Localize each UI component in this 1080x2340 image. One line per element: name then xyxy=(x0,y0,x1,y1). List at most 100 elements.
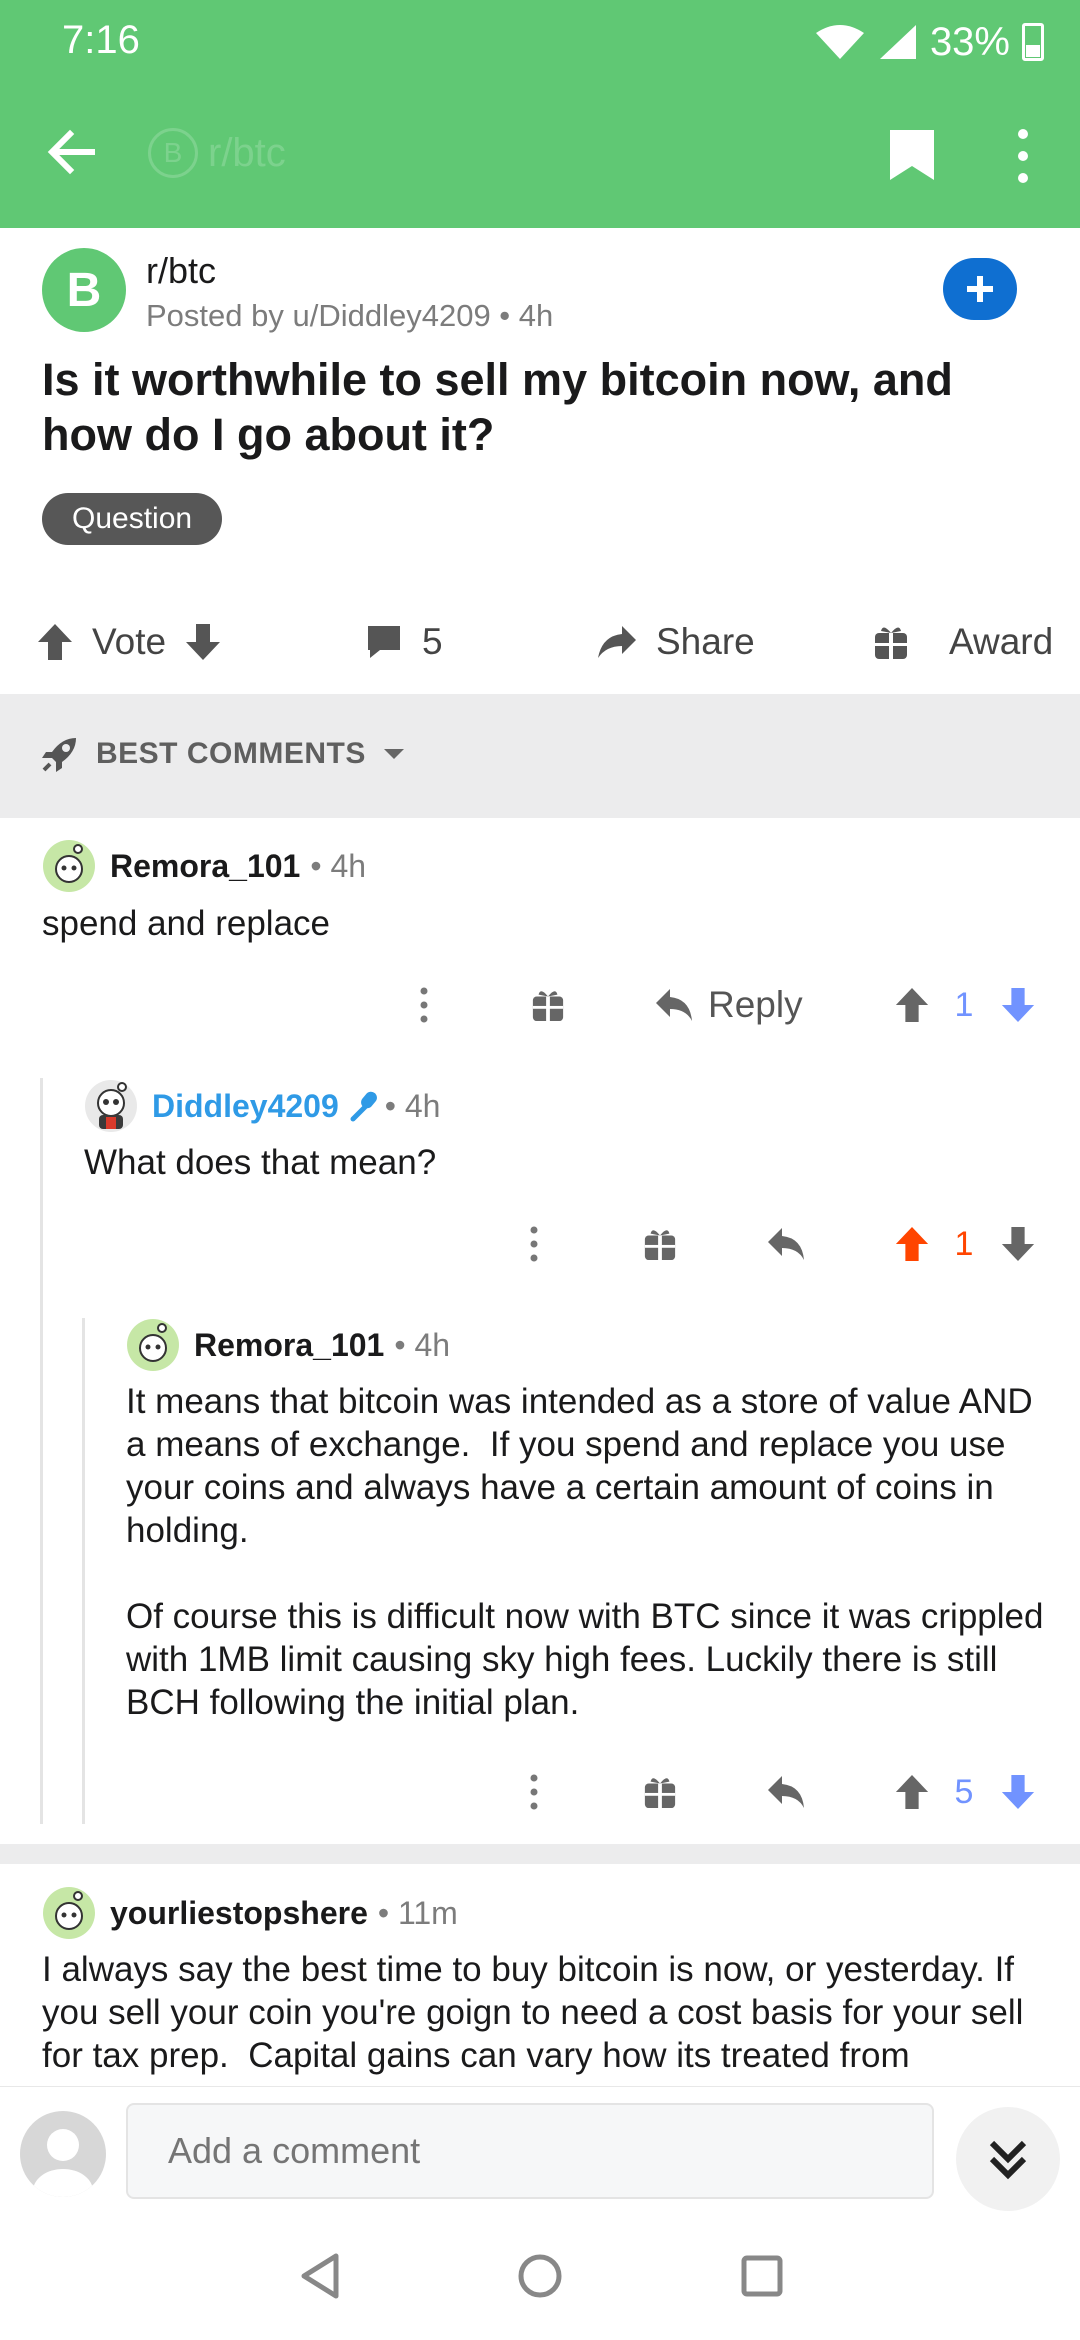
bitcoin-icon: B xyxy=(66,263,102,317)
comment-sort-selector[interactable]: BEST COMMENTS xyxy=(40,734,406,774)
comments-button[interactable]: 5 xyxy=(364,600,443,684)
upvote-icon xyxy=(895,1774,929,1810)
user-icon xyxy=(33,2129,93,2197)
rocket-icon xyxy=(42,738,76,772)
comment-award-button[interactable] xyxy=(528,973,568,1037)
gift-icon xyxy=(532,991,564,1022)
comment-award-button[interactable] xyxy=(640,1760,680,1824)
upvote-icon xyxy=(895,1226,929,1262)
comment-meta: • 4h xyxy=(384,1087,441,1124)
comment-icon xyxy=(368,626,400,658)
comment-author[interactable]: Remora_101 xyxy=(110,848,300,885)
join-subreddit-button[interactable] xyxy=(943,258,1017,320)
nav-home-button[interactable] xyxy=(508,2244,572,2308)
comment-body: I always say the best time to buy bitcoi… xyxy=(42,1950,1034,2075)
comment-author-op[interactable]: Diddley4209 xyxy=(152,1088,339,1125)
status-icons: 33% xyxy=(814,14,1044,70)
avatar[interactable] xyxy=(126,1318,180,1372)
upvote-icon[interactable] xyxy=(36,622,74,662)
comment-clip: yourliestopshere • 11m I always say the … xyxy=(0,1864,1080,2086)
subreddit-name[interactable]: r/btc xyxy=(146,250,216,292)
comment-more-button[interactable] xyxy=(514,1212,554,1276)
square-recents-icon xyxy=(741,2255,783,2297)
post-flair[interactable]: Question xyxy=(42,493,223,545)
comment-award-button[interactable] xyxy=(640,1212,680,1276)
circle-home-icon xyxy=(518,2254,562,2298)
post-title: Is it worthwhile to sell my bitcoin now,… xyxy=(42,354,953,460)
comment-header: Remora_101 • 4h xyxy=(42,839,366,893)
share-icon xyxy=(598,626,636,658)
signal-icon xyxy=(879,25,916,59)
comment-meta: • 4h xyxy=(310,847,367,884)
vote-count: 5 xyxy=(954,1772,974,1811)
downvote-button[interactable] xyxy=(996,1760,1040,1824)
reply-button[interactable] xyxy=(764,1212,808,1276)
subreddit-avatar[interactable]: B xyxy=(42,248,126,332)
comment-count: 5 xyxy=(422,621,443,662)
award-button[interactable]: Award xyxy=(873,600,1053,684)
upvote-button[interactable] xyxy=(890,1212,934,1276)
post-author-meta[interactable]: Posted by u/Diddley4209 • 4h xyxy=(146,298,553,334)
comment-body: spend and replace xyxy=(42,904,330,943)
more-vertical-icon xyxy=(530,1226,538,1262)
comment-body: What does that mean? xyxy=(84,1143,437,1182)
vote-count: 1 xyxy=(954,985,974,1024)
comment-more-button[interactable] xyxy=(514,1760,554,1824)
user-avatar[interactable] xyxy=(20,2111,106,2197)
comment-author[interactable]: Remora_101 xyxy=(194,1327,384,1364)
reply-icon xyxy=(768,1228,804,1260)
downvote-button[interactable] xyxy=(996,973,1040,1037)
reply-label: Reply xyxy=(708,984,803,1025)
upvote-button[interactable] xyxy=(890,973,934,1037)
comment-header: yourliestopshere • 11m xyxy=(42,1886,458,1940)
chevron-down-icon xyxy=(383,749,404,759)
avatar[interactable] xyxy=(42,839,96,893)
more-options-button[interactable] xyxy=(1010,126,1036,186)
comment-separator xyxy=(0,1844,1080,1864)
app-header: 7:16 33% B r/btc xyxy=(0,0,1080,228)
downvote-icon xyxy=(1001,1226,1035,1262)
bookmark-icon xyxy=(890,130,934,180)
comment-composer xyxy=(0,2086,1080,2216)
comment-actions: 1 xyxy=(0,1212,1080,1276)
share-button[interactable]: Share xyxy=(596,600,755,684)
nav-recents-button[interactable] xyxy=(730,2244,794,2308)
more-vertical-icon xyxy=(530,1774,538,1810)
vote-count: 1 xyxy=(954,1224,974,1263)
avatar[interactable] xyxy=(42,1886,96,1940)
comment-meta: • 4h xyxy=(394,1326,451,1363)
comment-actions: Reply 1 xyxy=(0,973,1080,1037)
reply-icon xyxy=(656,989,692,1021)
reply-button[interactable] xyxy=(764,1760,808,1824)
downvote-icon xyxy=(1001,987,1035,1023)
gift-icon xyxy=(644,1778,676,1809)
avatar[interactable] xyxy=(84,1079,138,1133)
system-nav-bar xyxy=(0,2216,1080,2340)
comment-body: It means that bitcoin was intended as a … xyxy=(126,1382,1044,1722)
add-comment-input[interactable] xyxy=(126,2103,934,2199)
more-vertical-icon xyxy=(1018,129,1028,183)
comment-more-button[interactable] xyxy=(404,973,444,1037)
thread-line[interactable] xyxy=(40,1078,43,1824)
upvote-icon xyxy=(895,987,929,1023)
next-comment-button[interactable] xyxy=(956,2107,1060,2211)
comment-author[interactable]: yourliestopshere xyxy=(110,1895,368,1932)
comment-actions: 5 xyxy=(0,1760,1080,1824)
thread-line[interactable] xyxy=(82,1318,85,1824)
triangle-back-icon xyxy=(301,2253,339,2299)
back-button[interactable] xyxy=(40,120,104,184)
plus-icon xyxy=(967,276,993,302)
status-time: 7:16 xyxy=(62,18,140,62)
downvote-button[interactable] xyxy=(996,1212,1040,1276)
double-chevron-down-icon xyxy=(989,2140,1027,2180)
reply-button[interactable]: Reply xyxy=(654,973,814,1037)
sort-label: BEST COMMENTS xyxy=(96,737,366,770)
nav-back-button[interactable] xyxy=(288,2244,352,2308)
bookmark-button[interactable] xyxy=(884,126,940,184)
upvote-button[interactable] xyxy=(890,1760,934,1824)
comment-header: Diddley4209 • 4h xyxy=(84,1079,440,1133)
header-subreddit-title: B r/btc xyxy=(148,128,286,178)
comment-sort-bar[interactable]: BEST COMMENTS xyxy=(0,694,1080,818)
more-vertical-icon xyxy=(420,987,428,1023)
downvote-icon[interactable] xyxy=(184,622,222,662)
